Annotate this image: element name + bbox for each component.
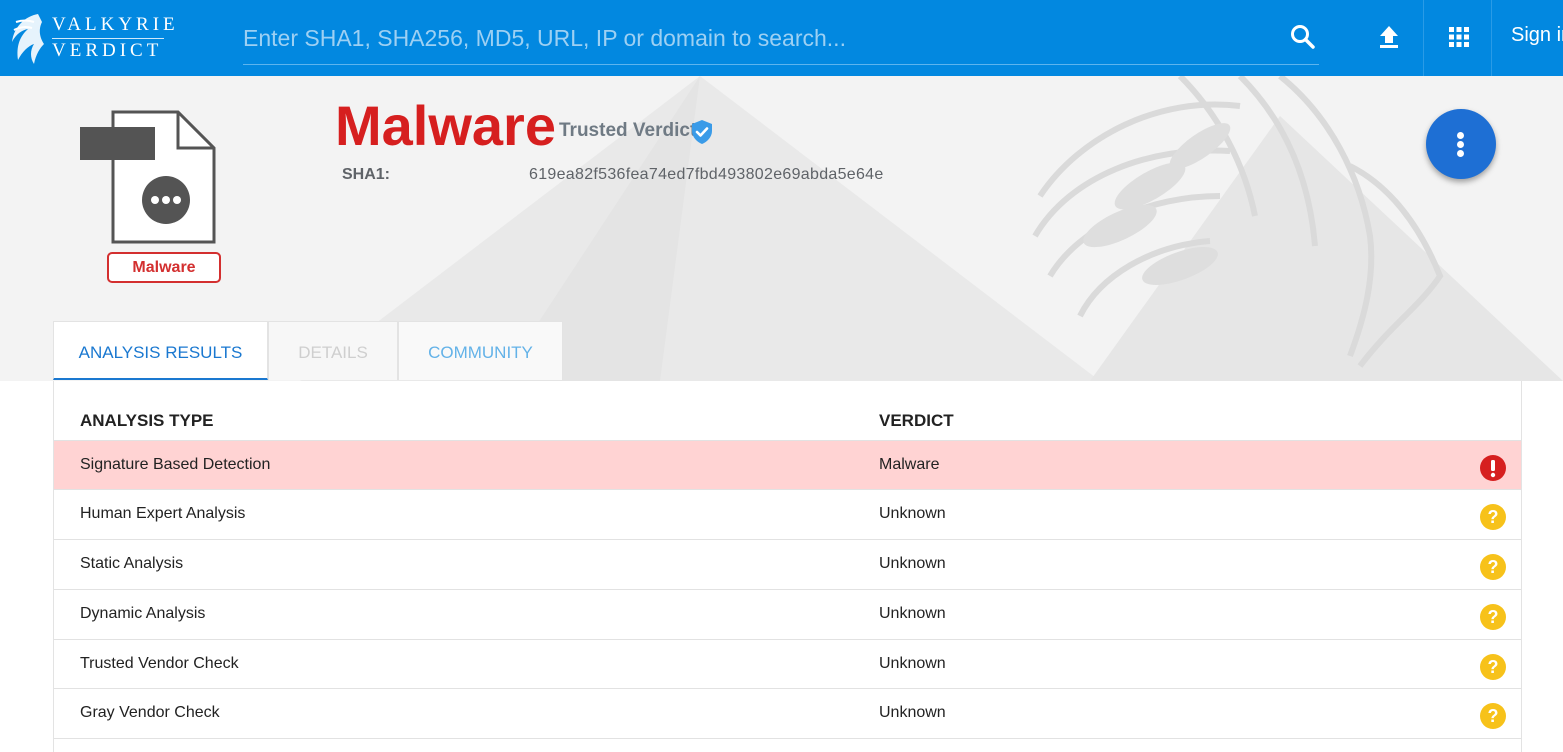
question-icon: ? [1480, 604, 1506, 630]
svg-text:?: ? [1488, 607, 1499, 627]
error-icon [1480, 455, 1506, 481]
verdict-cell: Unknown [879, 605, 946, 622]
analysis-type-cell: Dynamic Analysis [80, 605, 206, 622]
topbar-divider [1491, 0, 1492, 76]
verdict-cell: Unknown [879, 704, 946, 721]
table-row: Dynamic Analysis Unknown ? [54, 589, 1521, 638]
apps-menu-button[interactable] [1444, 22, 1474, 52]
logo-text-valkyrie: VALKYRIE [52, 14, 179, 35]
apps-grid-icon [1449, 27, 1469, 47]
verdict-cell: Unknown [879, 655, 946, 672]
logo-divider [52, 38, 164, 39]
question-icon: ? [1480, 703, 1506, 729]
sha1-value: 619ea82f536fea74ed7fbd493802e69abda5e64e [529, 166, 884, 183]
table-row: Gray Vendor Check Unknown ? [54, 688, 1521, 737]
analysis-type-cell: Static Analysis [80, 555, 184, 572]
svg-text:?: ? [1488, 706, 1499, 726]
verified-shield-icon [692, 120, 712, 144]
upload-icon [1380, 26, 1398, 48]
valkyrie-helmet-icon [12, 14, 44, 64]
question-icon: ? [1480, 654, 1506, 680]
logo-text-verdict: VERDICT [52, 40, 163, 61]
topbar-divider [1423, 0, 1424, 76]
svg-text:?: ? [1488, 557, 1499, 577]
table-row: Signature Based Detection Malware [54, 440, 1521, 489]
more-actions-button[interactable] [1426, 109, 1496, 179]
table-row: Human Expert Analysis Unknown ? [54, 489, 1521, 538]
svg-text:?: ? [1488, 657, 1499, 677]
search-icon [1291, 25, 1315, 49]
file-document-icon [80, 110, 216, 244]
verdict-cell: Malware [879, 456, 940, 473]
sha1-label: SHA1: [342, 166, 391, 183]
table-row: Static Analysis Unknown ? [54, 539, 1521, 588]
question-icon: ? [1480, 554, 1506, 580]
upload-button[interactable] [1374, 22, 1404, 52]
table-bottom-border [54, 738, 1521, 739]
column-header-verdict: VERDICT [879, 411, 954, 430]
analysis-type-cell: Gray Vendor Check [80, 704, 220, 721]
tab-community[interactable]: COMMUNITY [398, 321, 563, 380]
svg-text:?: ? [1488, 507, 1499, 527]
sign-in-link[interactable]: Sign in [1511, 24, 1563, 47]
analysis-type-cell: Trusted Vendor Check [80, 655, 239, 672]
file-verdict-badge: Malware [107, 252, 221, 283]
column-header-analysis-type: ANALYSIS TYPE [80, 411, 214, 430]
tab-analysis-results[interactable]: ANALYSIS RESULTS [53, 321, 268, 380]
table-row: Trusted Vendor Check Unknown ? [54, 639, 1521, 688]
search-input[interactable] [243, 20, 1273, 56]
analysis-type-cell: Signature Based Detection [80, 456, 271, 473]
search-bar [243, 14, 1319, 65]
tab-details[interactable]: DETAILS [268, 321, 398, 380]
analysis-type-cell: Human Expert Analysis [80, 505, 246, 522]
verdict-cell: Unknown [879, 555, 946, 572]
analysis-results-table: ANALYSIS TYPE VERDICT Signature Based De… [53, 381, 1522, 752]
verdict-cell: Unknown [879, 505, 946, 522]
top-bar: VALKYRIE VERDICT Sign in [0, 0, 1563, 76]
logo[interactable]: VALKYRIE VERDICT [8, 8, 175, 68]
trusted-verdict-label: Trusted Verdict [559, 120, 697, 141]
question-icon: ? [1480, 504, 1506, 530]
search-button[interactable] [1288, 22, 1318, 52]
verdict-title: Malware [335, 94, 556, 157]
